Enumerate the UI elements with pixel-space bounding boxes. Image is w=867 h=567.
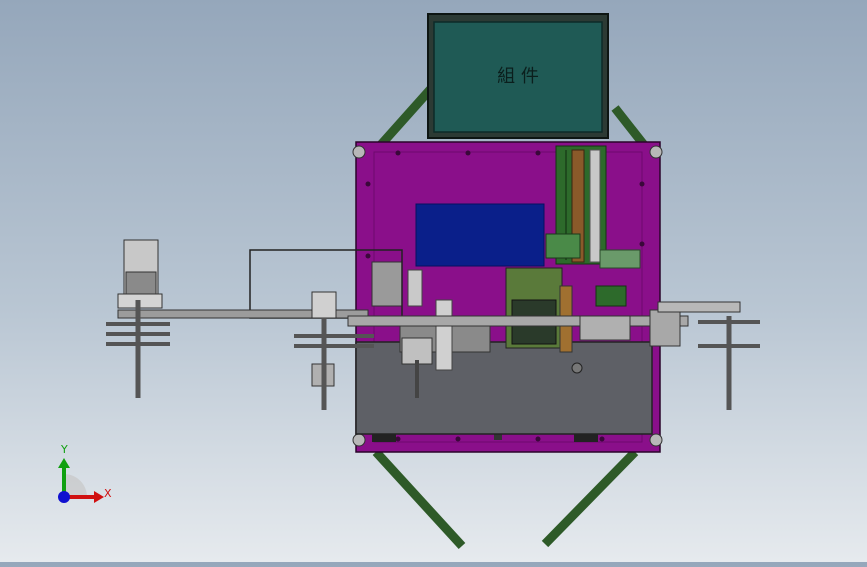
cad-viewport[interactable]: 組 件 Y X bbox=[0, 0, 867, 562]
blue-panel bbox=[415, 203, 545, 267]
left-spindle bbox=[106, 239, 170, 398]
top-screen: 組 件 bbox=[427, 13, 609, 139]
right-spindle bbox=[698, 316, 760, 410]
axis-x-label: X bbox=[104, 487, 112, 500]
screen-label: 組 件 bbox=[497, 66, 539, 87]
axis-y-label: Y bbox=[60, 443, 68, 456]
base-enclosure bbox=[355, 341, 653, 442]
coordinate-triad: Y X bbox=[58, 443, 112, 503]
